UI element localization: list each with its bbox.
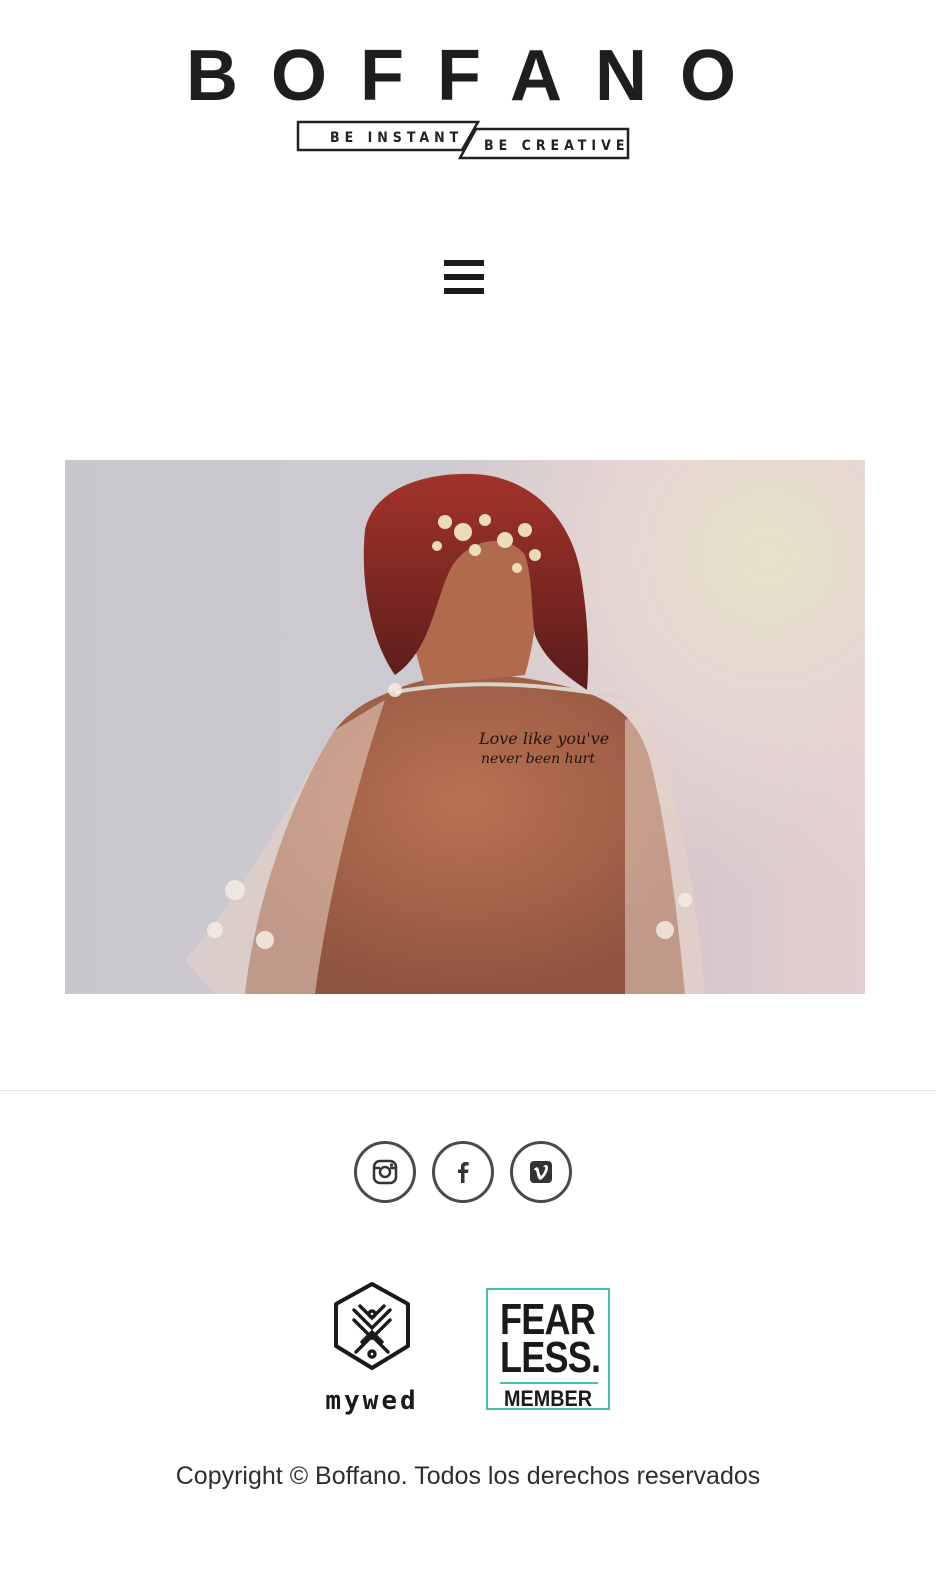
instagram-link[interactable] <box>354 1141 416 1203</box>
brand-logo-text: BOFFANO <box>186 36 736 114</box>
tagline-right: BE CREATIVE <box>484 138 629 154</box>
hamburger-menu-icon[interactable] <box>440 256 488 300</box>
fearless-line-2: LESS. <box>500 1333 601 1382</box>
tattoo-line-2: never been hurt <box>481 751 595 767</box>
mywed-label: mywed <box>325 1386 419 1416</box>
partner-badges: mywed FEAR LESS. MEMBER <box>0 1280 936 1420</box>
tagline-left: BE INSTANT <box>330 130 463 146</box>
facebook-icon <box>458 1162 469 1183</box>
mywed-badge[interactable]: mywed <box>312 1280 432 1420</box>
brand-tagline: BE INSTANT BE CREATIVE <box>296 120 636 164</box>
site-header: BOFFANO BE INSTANT BE CREATIVE <box>0 0 936 200</box>
tattoo-line-1: Love like you've <box>478 729 609 748</box>
fearless-member-label: MEMBER <box>503 1386 593 1411</box>
hero-photo: Love like you've never been hurt <box>65 460 865 994</box>
footer-divider <box>0 1090 936 1091</box>
vimeo-link[interactable] <box>510 1141 572 1203</box>
instagram-icon <box>372 1159 398 1185</box>
fearless-member-badge[interactable]: FEAR LESS. MEMBER <box>486 1288 610 1411</box>
fearless-rule <box>500 1382 598 1384</box>
copyright-text: Copyright © Boffano. Todos los derechos … <box>175 1462 761 1490</box>
facebook-link[interactable] <box>432 1141 494 1203</box>
vimeo-icon <box>530 1161 552 1183</box>
brand-logo[interactable]: BOFFANO <box>186 34 742 114</box>
